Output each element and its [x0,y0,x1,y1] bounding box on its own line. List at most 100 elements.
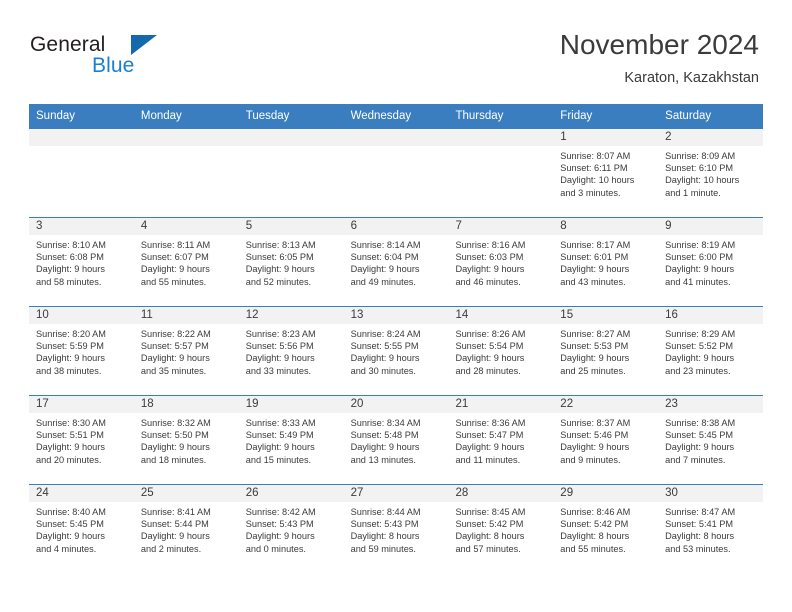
brand-logo[interactable]: General Blue [30,33,230,83]
day-cell[interactable]: 23 Sunrise: 8:38 AM Sunset: 5:45 PM Dayl… [658,396,764,484]
sunset-text: Sunset: 5:56 PM [245,341,314,352]
day-cell[interactable]: 22 Sunrise: 8:37 AM Sunset: 5:46 PM Dayl… [553,396,659,484]
day-cell[interactable]: 27 Sunrise: 8:44 AM Sunset: 5:43 PM Dayl… [343,485,449,573]
daylight-text-line1: Daylight: 9 hours [36,264,105,275]
weekday-header-thursday: Thursday [455,110,504,122]
day-cell[interactable]: 16 Sunrise: 8:29 AM Sunset: 5:52 PM Dayl… [658,307,764,395]
sunset-text: Sunset: 6:05 PM [245,252,314,263]
daylight-text-line1: Daylight: 9 hours [665,442,735,453]
calendar-grid: Sunday Monday Tuesday Wednesday Thursday… [29,104,764,573]
day-cell[interactable]: 18 Sunrise: 8:32 AM Sunset: 5:50 PM Dayl… [133,396,239,484]
daylight-text-line1: Daylight: 9 hours [350,264,420,275]
daylight-text-line1: Daylight: 9 hours [140,264,210,275]
sunset-text: Sunset: 6:03 PM [455,252,524,263]
daylight-text-line1: Daylight: 9 hours [350,442,420,453]
daylight-text-line2: and 4 minutes. [36,543,97,554]
daylight-text-line2: and 55 minutes. [560,543,626,554]
sunset-text: Sunset: 5:53 PM [560,341,629,352]
day-cell[interactable] [29,129,134,217]
day-number: 10 [29,307,134,324]
day-cell[interactable]: 8 Sunrise: 8:17 AM Sunset: 6:01 PM Dayli… [553,218,659,306]
daylight-text-line1: Daylight: 9 hours [560,264,630,275]
week-row: 1 Sunrise: 8:07 AM Sunset: 6:11 PM Dayli… [29,128,764,217]
day-cell[interactable]: 12 Sunrise: 8:23 AM Sunset: 5:56 PM Dayl… [238,307,344,395]
sunset-text: Sunset: 5:59 PM [36,341,104,352]
sunset-text: Sunset: 5:42 PM [560,519,629,530]
sunset-text: Sunset: 5:45 PM [665,430,734,441]
day-cell[interactable]: 21 Sunrise: 8:36 AM Sunset: 5:47 PM Dayl… [448,396,554,484]
day-cell[interactable]: 15 Sunrise: 8:27 AM Sunset: 5:53 PM Dayl… [553,307,659,395]
day-cell[interactable]: 25 Sunrise: 8:41 AM Sunset: 5:44 PM Dayl… [133,485,239,573]
sunset-text: Sunset: 6:10 PM [665,163,734,174]
day-number: 15 [553,307,659,324]
sunrise-text: Sunrise: 8:45 AM [455,507,526,517]
day-cell[interactable]: 2 Sunrise: 8:09 AM Sunset: 6:10 PM Dayli… [658,129,764,217]
day-cell[interactable]: 28 Sunrise: 8:45 AM Sunset: 5:42 PM Dayl… [448,485,554,573]
day-info: Sunrise: 8:14 AM Sunset: 6:04 PM Dayligh… [344,235,449,288]
sunrise-text: Sunrise: 8:40 AM [36,507,106,517]
sunrise-text: Sunrise: 8:23 AM [245,329,316,339]
sunrise-text: Sunrise: 8:14 AM [350,240,421,250]
day-cell[interactable]: 9 Sunrise: 8:19 AM Sunset: 6:00 PM Dayli… [658,218,764,306]
day-info: Sunrise: 8:40 AM Sunset: 5:45 PM Dayligh… [29,502,134,555]
day-cell[interactable]: 30 Sunrise: 8:47 AM Sunset: 5:41 PM Dayl… [658,485,764,573]
page-subtitle: Karaton, Kazakhstan [624,70,759,86]
day-info: Sunrise: 8:37 AM Sunset: 5:46 PM Dayligh… [553,413,658,466]
sunrise-text: Sunrise: 8:34 AM [350,418,421,428]
day-cell[interactable]: 14 Sunrise: 8:26 AM Sunset: 5:54 PM Dayl… [448,307,554,395]
daylight-text-line1: Daylight: 8 hours [455,531,525,542]
day-cell[interactable]: 10 Sunrise: 8:20 AM Sunset: 5:59 PM Dayl… [29,307,134,395]
day-cell[interactable]: 20 Sunrise: 8:34 AM Sunset: 5:48 PM Dayl… [343,396,449,484]
daylight-text-line2: and 41 minutes. [665,276,731,287]
daylight-text-line2: and 15 minutes. [245,454,312,465]
calendar-page: General Blue November 2024 Karaton, Kaza… [0,0,792,612]
day-cell[interactable]: 17 Sunrise: 8:30 AM Sunset: 5:51 PM Dayl… [29,396,134,484]
day-cell[interactable]: 26 Sunrise: 8:42 AM Sunset: 5:43 PM Dayl… [238,485,344,573]
daylight-text-line2: and 7 minutes. [665,454,726,465]
sunset-text: Sunset: 5:41 PM [665,519,734,530]
day-cell[interactable]: 11 Sunrise: 8:22 AM Sunset: 5:57 PM Dayl… [133,307,239,395]
daylight-text-line1: Daylight: 9 hours [455,442,525,453]
day-number: 26 [238,485,344,502]
sunrise-text: Sunrise: 8:07 AM [560,151,631,161]
day-cell[interactable]: 13 Sunrise: 8:24 AM Sunset: 5:55 PM Dayl… [343,307,449,395]
day-number: 23 [658,396,764,413]
daylight-text-line1: Daylight: 10 hours [665,175,740,186]
day-info: Sunrise: 8:46 AM Sunset: 5:42 PM Dayligh… [553,502,658,555]
day-info: Sunrise: 8:22 AM Sunset: 5:57 PM Dayligh… [134,324,239,377]
sunset-text: Sunset: 6:01 PM [560,252,629,263]
day-info: Sunrise: 8:10 AM Sunset: 6:08 PM Dayligh… [29,235,134,288]
day-cell[interactable]: 5 Sunrise: 8:13 AM Sunset: 6:05 PM Dayli… [238,218,344,306]
day-cell[interactable] [133,129,239,217]
daylight-text-line1: Daylight: 8 hours [665,531,735,542]
daylight-text-line1: Daylight: 8 hours [560,531,630,542]
day-cell[interactable]: 19 Sunrise: 8:33 AM Sunset: 5:49 PM Dayl… [238,396,344,484]
daylight-text-line2: and 35 minutes. [140,365,207,376]
week-row: 17 Sunrise: 8:30 AM Sunset: 5:51 PM Dayl… [29,395,764,484]
day-cell[interactable]: 4 Sunrise: 8:11 AM Sunset: 6:07 PM Dayli… [133,218,239,306]
day-number: 24 [29,485,134,502]
day-info: Sunrise: 8:29 AM Sunset: 5:52 PM Dayligh… [658,324,763,377]
day-cell[interactable]: 7 Sunrise: 8:16 AM Sunset: 6:03 PM Dayli… [448,218,554,306]
day-cell[interactable] [343,129,449,217]
daylight-text-line2: and 3 minutes. [560,187,621,198]
day-cell[interactable]: 3 Sunrise: 8:10 AM Sunset: 6:08 PM Dayli… [29,218,134,306]
day-cell[interactable] [238,129,344,217]
day-cell[interactable]: 29 Sunrise: 8:46 AM Sunset: 5:42 PM Dayl… [553,485,659,573]
weekday-header-wednesday: Wednesday [350,110,412,122]
day-info: Sunrise: 8:20 AM Sunset: 5:59 PM Dayligh… [29,324,134,377]
sunset-text: Sunset: 5:57 PM [140,341,209,352]
daylight-text-line2: and 52 minutes. [245,276,312,287]
day-cell[interactable]: 1 Sunrise: 8:07 AM Sunset: 6:11 PM Dayli… [553,129,659,217]
daylight-text-line2: and 59 minutes. [350,543,416,554]
day-cell[interactable] [448,129,554,217]
weekday-header-tuesday: Tuesday [245,110,290,122]
weekday-header-monday: Monday [140,110,182,122]
daylight-text-line2: and 28 minutes. [455,365,521,376]
day-cell[interactable]: 6 Sunrise: 8:14 AM Sunset: 6:04 PM Dayli… [343,218,449,306]
day-cell[interactable]: 24 Sunrise: 8:40 AM Sunset: 5:45 PM Dayl… [29,485,134,573]
daylight-text-line2: and 30 minutes. [350,365,416,376]
daylight-text-line2: and 33 minutes. [245,365,312,376]
daylight-text-line2: and 58 minutes. [36,276,102,287]
day-number: 29 [553,485,659,502]
